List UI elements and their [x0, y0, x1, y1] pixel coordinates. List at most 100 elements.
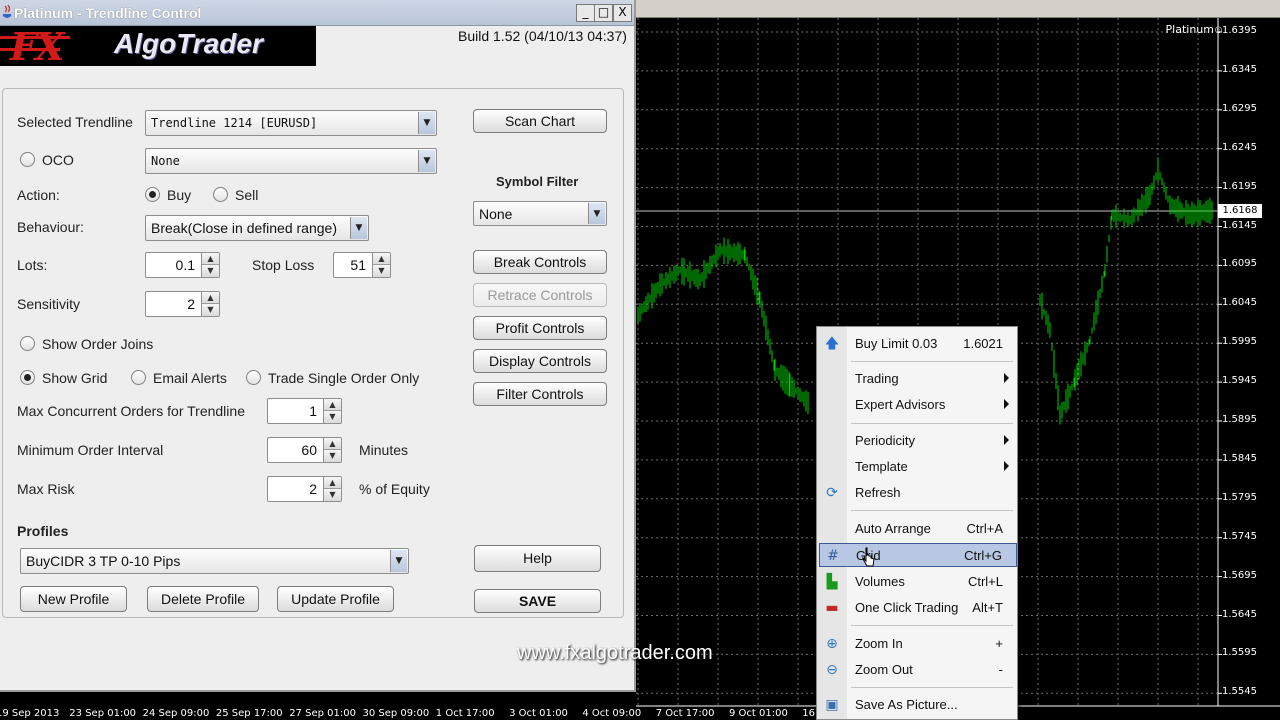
- show-grid-radio[interactable]: [20, 370, 35, 385]
- window-title: Platinum - Trendline Control: [14, 5, 202, 21]
- buy-limit-icon: 🡅: [824, 336, 840, 352]
- spinner-down-icon[interactable]: ▼: [323, 450, 341, 462]
- help-button[interactable]: Help: [474, 545, 601, 572]
- menu-item-auto-arrange[interactable]: Auto Arrange Ctrl+A: [819, 517, 1017, 541]
- menu-item-refresh[interactable]: ⟳ Refresh: [819, 481, 1017, 505]
- time-tick-label: 3 Oct 01:00: [509, 708, 568, 719]
- time-tick-label: 30 Sep 09:00: [362, 708, 430, 719]
- menu-item-buy-limit[interactable]: 🡅 Buy Limit 0.03 1.6021: [819, 332, 1017, 356]
- grid-icon: #: [827, 548, 839, 564]
- stop-loss-spinner[interactable]: 51 ▲ ▼: [333, 252, 391, 278]
- oco-radio[interactable]: [20, 152, 35, 167]
- menu-item-template[interactable]: Template: [819, 455, 1017, 479]
- symbol-filter-label: Symbol Filter: [496, 174, 579, 189]
- spinner-up-icon[interactable]: ▲: [201, 253, 219, 265]
- scan-chart-button[interactable]: Scan Chart: [473, 109, 607, 133]
- sensitivity-label: Sensitivity: [17, 296, 81, 312]
- price-tick-label: 1.5645: [1222, 608, 1257, 620]
- spinner-up-icon[interactable]: ▲: [323, 477, 341, 489]
- lots-value: 0.1: [175, 257, 195, 273]
- menu-item-zoom-in[interactable]: ⊕ Zoom In +: [819, 632, 1017, 656]
- delete-profile-button[interactable]: Delete Profile: [147, 586, 259, 612]
- spinner-up-icon[interactable]: ▲: [323, 399, 341, 411]
- menu-separator: [851, 423, 1013, 424]
- spinner-up-icon[interactable]: ▲: [201, 292, 219, 304]
- zoom-out-icon: ⊖: [826, 662, 838, 678]
- minimize-button[interactable]: _: [576, 4, 595, 22]
- price-tick-label: 1.5945: [1222, 375, 1257, 387]
- close-button[interactable]: X: [613, 4, 632, 22]
- submenu-arrow-icon: [1004, 399, 1009, 409]
- profile-dropdown[interactable]: BuyCIDR 3 TP 0-10 Pips ▼: [20, 548, 409, 574]
- window-titlebar[interactable]: Platinum - Trendline Control _ □ X: [0, 0, 634, 26]
- selected-trendline-label: Selected Trendline: [17, 114, 133, 130]
- menu-item-one-click-trading[interactable]: ▬ One Click Trading Alt+T: [819, 596, 1017, 620]
- price-tick-label: 1.6195: [1222, 180, 1257, 192]
- action-sell-radio[interactable]: [213, 187, 228, 202]
- trendline-control-window: Platinum - Trendline Control _ □ X FX Al…: [0, 0, 636, 692]
- price-tick-label: 1.6145: [1222, 219, 1257, 231]
- maximize-button[interactable]: □: [594, 4, 613, 22]
- email-alerts-radio[interactable]: [131, 370, 146, 385]
- spinner-up-icon[interactable]: ▲: [323, 438, 341, 450]
- trade-single-order-label: Trade Single Order Only: [268, 370, 420, 386]
- time-tick-label: 23 Sep 01:00: [69, 708, 137, 719]
- price-tick-label: 1.6245: [1222, 141, 1257, 153]
- save-button[interactable]: SAVE: [474, 589, 601, 613]
- spinner-up-icon[interactable]: ▲: [372, 253, 390, 265]
- max-risk-spinner[interactable]: 2 ▲ ▼: [267, 476, 342, 502]
- new-profile-button[interactable]: New Profile: [20, 586, 127, 612]
- display-controls-button[interactable]: Display Controls: [473, 349, 607, 373]
- time-tick-label: 7 Oct 17:00: [655, 708, 715, 719]
- oco-dropdown[interactable]: None ▼: [145, 148, 437, 174]
- menu-item-grid[interactable]: # Grid Ctrl+G: [819, 543, 1017, 567]
- mouse-cursor-icon: [862, 547, 875, 567]
- sensitivity-spinner[interactable]: 2 ▲ ▼: [145, 291, 220, 317]
- menu-item-expert-advisors[interactable]: Expert Advisors: [819, 393, 1017, 417]
- break-controls-button[interactable]: Break Controls: [473, 250, 607, 274]
- max-concurrent-value: 1: [309, 403, 317, 419]
- min-interval-spinner[interactable]: 60 ▲ ▼: [267, 437, 342, 463]
- lots-label: Lots:: [17, 257, 48, 273]
- price-tick-label: 1.6345: [1222, 63, 1257, 75]
- show-order-joins-radio[interactable]: [20, 336, 35, 351]
- symbol-filter-dropdown[interactable]: None ▼: [473, 201, 607, 226]
- menu-item-trading[interactable]: Trading: [819, 367, 1017, 391]
- refresh-icon: ⟳: [826, 485, 838, 501]
- spinner-down-icon[interactable]: ▼: [201, 304, 219, 316]
- behaviour-label: Behaviour:: [17, 219, 84, 235]
- filter-controls-button[interactable]: Filter Controls: [473, 382, 607, 406]
- menu-item-save-as-picture[interactable]: ▣ Save As Picture...: [819, 693, 1017, 717]
- menu-item-label: One Click Trading: [855, 600, 959, 615]
- spinner-down-icon[interactable]: ▼: [201, 265, 219, 277]
- menu-item-label: Volumes: [855, 574, 905, 589]
- chevron-down-icon: ▼: [418, 150, 435, 172]
- retrace-controls-button[interactable]: Retrace Controls: [473, 283, 607, 307]
- trade-single-order-radio[interactable]: [246, 370, 261, 385]
- menu-item-periodicity[interactable]: Periodicity: [819, 429, 1017, 453]
- price-tick-label: 1.5595: [1222, 647, 1257, 659]
- menu-item-zoom-out[interactable]: ⊖ Zoom Out -: [819, 658, 1017, 682]
- max-risk-label: Max Risk: [17, 481, 75, 497]
- max-risk-value: 2: [309, 481, 317, 497]
- chevron-down-icon: ▼: [350, 217, 367, 239]
- menu-item-label: Save As Picture...: [855, 697, 958, 712]
- spinner-down-icon[interactable]: ▼: [323, 411, 341, 423]
- time-tick-label: 9 Oct 01:00: [729, 708, 788, 719]
- menu-item-label: Trading: [855, 371, 899, 386]
- profit-controls-button[interactable]: Profit Controls: [473, 316, 607, 340]
- time-tick-label: 24 Sep 09:00: [142, 708, 210, 719]
- show-order-joins-label: Show Order Joins: [42, 336, 154, 352]
- update-profile-button[interactable]: Update Profile: [277, 586, 394, 612]
- action-buy-radio[interactable]: [145, 187, 160, 202]
- lots-spinner[interactable]: 0.1 ▲ ▼: [145, 252, 220, 278]
- oco-value: None: [151, 154, 180, 168]
- symbol-filter-value: None: [479, 206, 513, 222]
- max-concurrent-spinner[interactable]: 1 ▲ ▼: [267, 398, 342, 424]
- menu-item-volumes[interactable]: ▙ Volumes Ctrl+L: [819, 570, 1017, 594]
- selected-trendline-dropdown[interactable]: Trendline 1214 [EURUSD] ▼: [145, 110, 437, 136]
- spinner-down-icon[interactable]: ▼: [323, 489, 341, 501]
- behaviour-dropdown[interactable]: Break(Close in defined range) ▼: [145, 215, 369, 241]
- spinner-down-icon[interactable]: ▼: [372, 265, 390, 277]
- menu-item-label: Zoom Out: [855, 662, 913, 677]
